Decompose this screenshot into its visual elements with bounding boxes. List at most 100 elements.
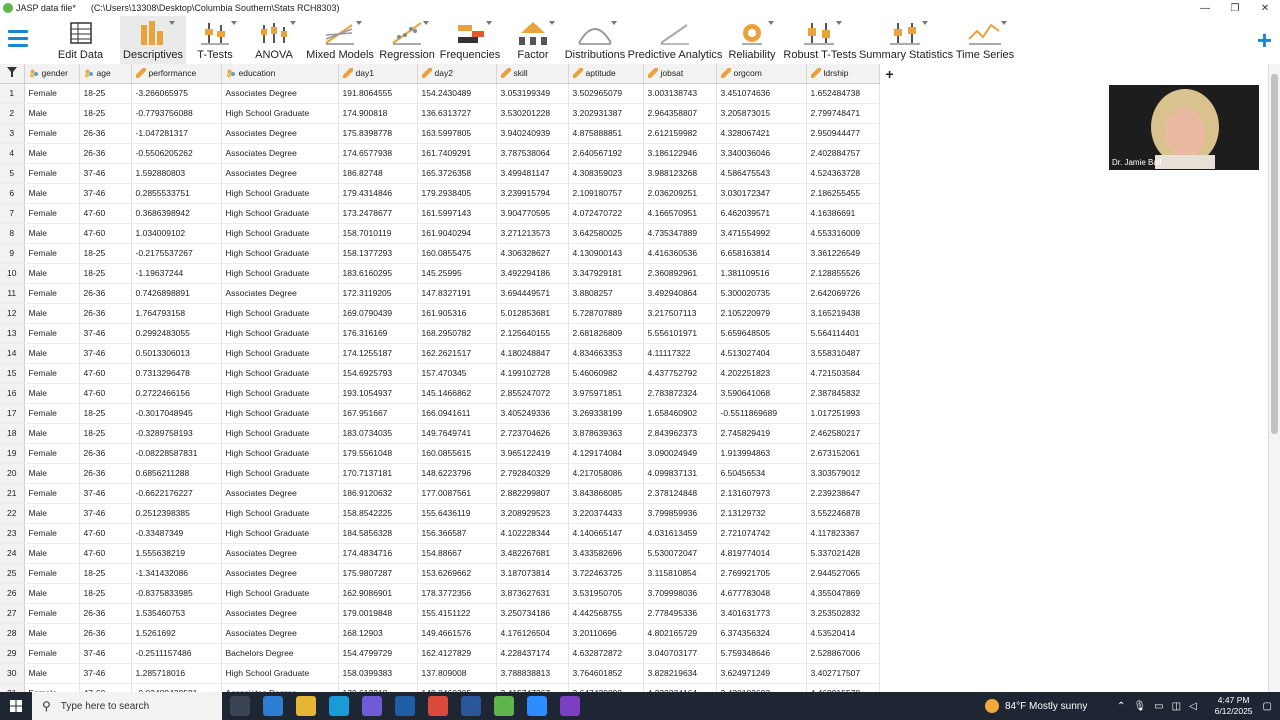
cell-aptitude[interactable]: 3.20110696	[568, 623, 644, 644]
cell-jobsat[interactable]: 4.735347889	[643, 223, 717, 244]
cell-age[interactable]: 37-46	[79, 503, 132, 524]
cell-orgcom[interactable]: 5.759348646	[716, 643, 807, 664]
row-number[interactable]: 30	[0, 663, 25, 684]
edge-icon[interactable]	[329, 696, 349, 716]
cell-day1[interactable]: 174.4834716	[338, 543, 418, 564]
cell-aptitude[interactable]: 2.681826809	[568, 323, 644, 344]
taskbar-search[interactable]: ⚲ Type here to search	[32, 692, 222, 720]
cell-age[interactable]: 37-46	[79, 483, 132, 504]
cell-day2[interactable]: 149.7649741	[417, 423, 497, 444]
cell-skill[interactable]: 3.187073814	[496, 563, 569, 584]
cell-performance[interactable]: 1.555638219	[131, 543, 222, 564]
cell-gender[interactable]: Female	[24, 563, 80, 584]
cell-jobsat[interactable]: 2.964358807	[643, 103, 717, 124]
cell-performance[interactable]: -1.047281317	[131, 123, 222, 144]
cell-education[interactable]: High School Graduate	[221, 303, 339, 324]
cell-aptitude[interactable]: 3.433582696	[568, 543, 644, 564]
cell-gender[interactable]: Female	[24, 483, 80, 504]
cell-ldrship[interactable]: 3.402717507	[806, 663, 880, 684]
cell-age[interactable]: 37-46	[79, 323, 132, 344]
cell-aptitude[interactable]: 5.46060982	[568, 363, 644, 384]
cell-age[interactable]: 26-36	[79, 123, 132, 144]
cell-performance[interactable]: 0.7313296478	[131, 363, 222, 384]
cell-performance[interactable]: -0.08228587831	[131, 443, 222, 464]
cell-jobsat[interactable]: 1.658460902	[643, 403, 717, 424]
cell-jobsat[interactable]: 3.040703177	[643, 643, 717, 664]
cell-jobsat[interactable]: 2.036209251	[643, 183, 717, 204]
cell-gender[interactable]: Female	[24, 443, 80, 464]
cell-orgcom[interactable]: 2.721074742	[716, 523, 807, 544]
cell-gender[interactable]: Female	[24, 363, 80, 384]
cell-ldrship[interactable]: 3.253502832	[806, 603, 880, 624]
row-number[interactable]: 24	[0, 543, 25, 564]
close-button[interactable]: ✕	[1250, 0, 1280, 16]
cell-age[interactable]: 26-36	[79, 443, 132, 464]
cell-ldrship[interactable]: 2.387845832	[806, 383, 880, 404]
ribbon-summary-statistics[interactable]: Summary Statistics	[859, 16, 953, 64]
cell-ldrship[interactable]: 4.721503584	[806, 363, 880, 384]
cell-skill[interactable]: 3.694449571	[496, 283, 569, 304]
cell-ldrship[interactable]: 5.337021428	[806, 543, 880, 564]
cell-day1[interactable]: 162.9086901	[338, 583, 418, 604]
cell-day2[interactable]: 160.0855615	[417, 443, 497, 464]
cell-skill[interactable]: 2.855247072	[496, 383, 569, 404]
cell-education[interactable]: High School Graduate	[221, 363, 339, 384]
ribbon-factor[interactable]: Factor	[515, 16, 555, 64]
column-header-skill[interactable]: skill	[496, 64, 569, 84]
filter-icon[interactable]	[0, 64, 25, 84]
cell-day1[interactable]: 183.6160295	[338, 263, 418, 284]
cell-day1[interactable]: 158.1377293	[338, 243, 418, 264]
cell-day1[interactable]: 167.951667	[338, 403, 418, 424]
scale-type-icon[interactable]	[135, 68, 146, 79]
cell-gender[interactable]: Male	[24, 543, 80, 564]
cell-education[interactable]: Associates Degree	[221, 483, 339, 504]
cell-day1[interactable]: 175.9807287	[338, 563, 418, 584]
cell-age[interactable]: 18-25	[79, 583, 132, 604]
row-number[interactable]: 25	[0, 563, 25, 584]
cell-age[interactable]: 47-60	[79, 523, 132, 544]
row-number[interactable]: 3	[0, 123, 25, 144]
cell-age[interactable]: 18-25	[79, 563, 132, 584]
cell-performance[interactable]: -0.2511157486	[131, 643, 222, 664]
cell-performance[interactable]: 1.285718016	[131, 663, 222, 684]
cell-day2[interactable]: 162.4127829	[417, 643, 497, 664]
cell-day1[interactable]: 158.0399383	[338, 663, 418, 684]
cell-ldrship[interactable]: 2.944527065	[806, 563, 880, 584]
cell-aptitude[interactable]: 3.269338199	[568, 403, 644, 424]
column-header-age[interactable]: age	[79, 64, 132, 84]
row-number[interactable]: 17	[0, 403, 25, 424]
cell-orgcom[interactable]: 3.624971249	[716, 663, 807, 684]
cell-day2[interactable]: 136.6313727	[417, 103, 497, 124]
cell-aptitude[interactable]: 3.642580025	[568, 223, 644, 244]
r-icon[interactable]	[395, 696, 415, 716]
cell-performance[interactable]: -1.341432086	[131, 563, 222, 584]
scale-type-icon[interactable]	[572, 68, 583, 79]
cell-aptitude[interactable]: 4.129174084	[568, 443, 644, 464]
cell-education[interactable]: Bachelors Degree	[221, 643, 339, 664]
cell-orgcom[interactable]: 5.659648505	[716, 323, 807, 344]
row-number[interactable]: 8	[0, 223, 25, 244]
cell-education[interactable]: Associates Degree	[221, 123, 339, 144]
cell-day2[interactable]: 168.2950782	[417, 323, 497, 344]
cell-ldrship[interactable]: 2.950944477	[806, 123, 880, 144]
cell-education[interactable]: High School Graduate	[221, 223, 339, 244]
volume-icon[interactable]: ◁	[1189, 701, 1197, 712]
windows-start-icon[interactable]	[10, 700, 22, 712]
cell-ldrship[interactable]: 2.186255455	[806, 183, 880, 204]
row-number[interactable]: 4	[0, 143, 25, 164]
cell-ldrship[interactable]: 5.564114401	[806, 323, 880, 344]
row-number[interactable]: 11	[0, 283, 25, 304]
scale-type-icon[interactable]	[500, 68, 511, 79]
cell-orgcom[interactable]: 4.513027404	[716, 343, 807, 364]
chevron-up-icon[interactable]: ⌃	[1117, 701, 1125, 712]
column-header-performance[interactable]: performance	[131, 64, 222, 84]
cell-age[interactable]: 47-60	[79, 223, 132, 244]
cell-orgcom[interactable]: 1.381109516	[716, 263, 807, 284]
cell-day2[interactable]: 156.366587	[417, 523, 497, 544]
cell-day2[interactable]: 165.3726358	[417, 163, 497, 184]
microphone-icon[interactable]: 🎙	[1133, 701, 1146, 712]
cell-day2[interactable]: 149.4661576	[417, 623, 497, 644]
cell-gender[interactable]: Male	[24, 503, 80, 524]
cell-orgcom[interactable]: 3.340036046	[716, 143, 807, 164]
cell-orgcom[interactable]: 3.030172347	[716, 183, 807, 204]
